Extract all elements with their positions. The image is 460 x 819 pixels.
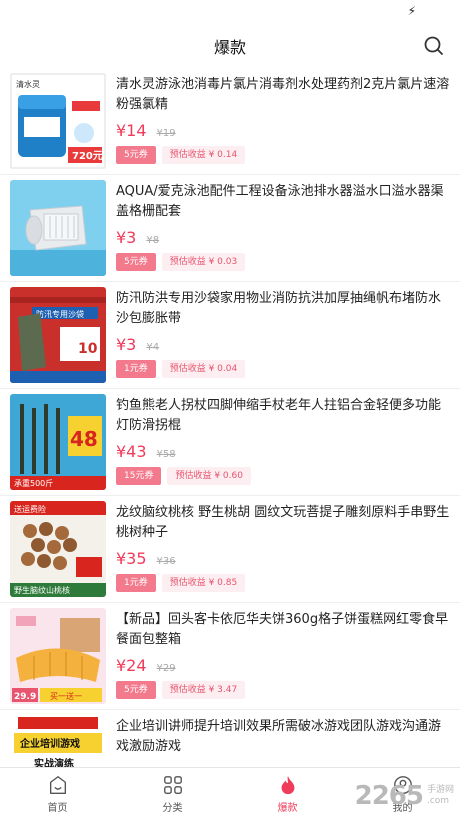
product-item[interactable]: 企业培训游戏 实战演练 企业培训讲师提升培训效果所需破冰游戏团队游戏沟通游戏激励… — [0, 710, 460, 767]
coupon-badge[interactable]: 15元券 — [116, 467, 162, 485]
product-item[interactable]: 48 承重500斤 钓鱼熊老人拐杖四脚伸缩手杖老年人拄铝合金轻便多功能灯防滑拐棍… — [0, 389, 460, 496]
product-image-caption: 野生脑纹山桃核 — [14, 585, 70, 595]
product-price: ¥3 — [116, 335, 137, 354]
coupon-badge[interactable]: 5元券 — [116, 146, 156, 164]
product-name: 龙纹脑纹桃核 野生桃胡 圆纹文玩菩提子雕刻原料手串野生桃树种子 — [116, 505, 450, 540]
product-original-price: ¥4 — [146, 342, 160, 353]
tab-hot[interactable]: 爆款 — [230, 768, 345, 819]
earnings-badge: 预估收益 ¥ 3.47 — [161, 681, 246, 699]
watermark-logo: 2265 手游网 .com — [355, 781, 454, 811]
coupon-badge[interactable]: 5元券 — [116, 253, 156, 271]
tab-home[interactable]: 首页 — [0, 768, 115, 819]
product-image-price: 29.9 — [14, 692, 36, 702]
earnings-badge: 预估收益 ¥ 0.60 — [167, 467, 251, 485]
product-price: ¥35 — [116, 549, 147, 568]
home-icon — [49, 775, 66, 794]
product-image-price: 10 — [78, 341, 98, 357]
product-item[interactable]: 送运费险 野生脑纹山桃核 龙纹脑纹桃核 野生桃胡 圆纹文玩菩提子雕刻原料手串野生… — [0, 496, 460, 603]
product-item[interactable]: 清水灵 720元 清水灵游泳池消毒片氯片消毒剂水处理药剂2克片氯片速溶粉强氯精 … — [0, 68, 460, 175]
product-image: 防汛专用沙袋 10 — [10, 287, 106, 383]
product-original-price: ¥19 — [156, 128, 176, 139]
product-name: 清水灵游泳池消毒片氯片消毒剂水处理药剂2克片氯片速溶粉强氯精 — [116, 77, 450, 112]
product-original-price: ¥29 — [156, 663, 176, 674]
product-item[interactable]: 29.9 买一送一 【新品】回头客卡依厄华夫饼360g格子饼蛋糕网红零食早餐面包… — [0, 603, 460, 710]
coupon-badge[interactable]: 1元券 — [116, 574, 156, 592]
tab-hot-label: 爆款 — [277, 802, 298, 814]
product-item[interactable]: 防汛专用沙袋 10 防汛防洪专用沙袋家用物业消防抗洪加厚抽绳帆布堵防水沙包膨胀带… — [0, 282, 460, 389]
product-image: 企业培训游戏 实战演练 — [10, 715, 106, 767]
search-icon[interactable] — [422, 34, 446, 58]
product-image — [10, 180, 106, 276]
earnings-badge: 预估收益 ¥ 0.03 — [161, 253, 246, 271]
product-name: 【新品】回头客卡依厄华夫饼360g格子饼蛋糕网红零食早餐面包整箱 — [116, 612, 449, 647]
product-price: ¥24 — [116, 656, 147, 675]
product-image-caption: 买一送一 — [50, 691, 82, 701]
status-bar: ⚡ — [0, 0, 460, 24]
tab-category-label: 分类 — [162, 802, 183, 814]
grid-icon — [163, 775, 182, 794]
product-name: 企业培训讲师提升培训效果所需破冰游戏团队游戏沟通游戏激励游戏 — [116, 719, 442, 754]
product-original-price: ¥8 — [146, 235, 160, 246]
watermark-text: 手游网 .com — [426, 785, 454, 806]
flame-icon — [281, 775, 294, 794]
product-image-price: 720元 — [72, 150, 103, 162]
tab-category[interactable]: 分类 — [115, 768, 230, 819]
product-image-number: 48 — [70, 427, 98, 451]
tab-home-label: 首页 — [47, 802, 68, 814]
coupon-badge[interactable]: 1元券 — [116, 360, 156, 378]
product-image: 清水灵 720元 — [10, 73, 106, 169]
product-image-banner: 送运费险 — [14, 504, 46, 514]
earnings-badge: 预估收益 ¥ 0.04 — [161, 360, 246, 378]
product-image-caption: 实战演练 — [34, 757, 74, 767]
product-item[interactable]: AQUA/爱克泳池配件工程设备泳池排水器溢水口溢水器渠盖格栅配套 ¥3 ¥8 5… — [0, 175, 460, 282]
product-image: 送运费险 野生脑纹山桃核 — [10, 501, 106, 597]
earnings-badge: 预估收益 ¥ 0.85 — [161, 574, 246, 592]
page-title: 爆款 — [213, 38, 246, 57]
product-original-price: ¥58 — [156, 449, 176, 460]
header: 爆款 — [0, 24, 460, 68]
coupon-badge[interactable]: 5元券 — [116, 681, 156, 699]
product-image: 48 承重500斤 — [10, 394, 106, 490]
watermark-number: 2265 — [354, 781, 424, 811]
product-price: ¥14 — [116, 121, 147, 140]
product-list: 清水灵 720元 清水灵游泳池消毒片氯片消毒剂水处理药剂2克片氯片速溶粉强氯精 … — [0, 68, 460, 767]
product-image: 29.9 买一送一 — [10, 608, 106, 704]
product-original-price: ¥36 — [156, 556, 176, 567]
flash-icon: ⚡ — [407, 4, 416, 18]
earnings-badge: 预估收益 ¥ 0.14 — [161, 146, 246, 164]
product-image-title: 企业培训游戏 — [19, 737, 80, 750]
product-name: 防汛防洪专用沙袋家用物业消防抗洪加厚抽绳帆布堵防水沙包膨胀带 — [116, 291, 442, 326]
product-image-brand: 清水灵 — [16, 79, 40, 89]
product-price: ¥43 — [116, 442, 147, 461]
product-name: 钓鱼熊老人拐杖四脚伸缩手杖老年人拄铝合金轻便多功能灯防滑拐棍 — [116, 398, 442, 433]
product-name: AQUA/爱克泳池配件工程设备泳池排水器溢水口溢水器渠盖格栅配套 — [116, 184, 444, 219]
product-image-title: 防汛专用沙袋 — [36, 309, 84, 319]
product-price: ¥3 — [116, 228, 137, 247]
product-image-caption: 承重500斤 — [14, 478, 53, 488]
